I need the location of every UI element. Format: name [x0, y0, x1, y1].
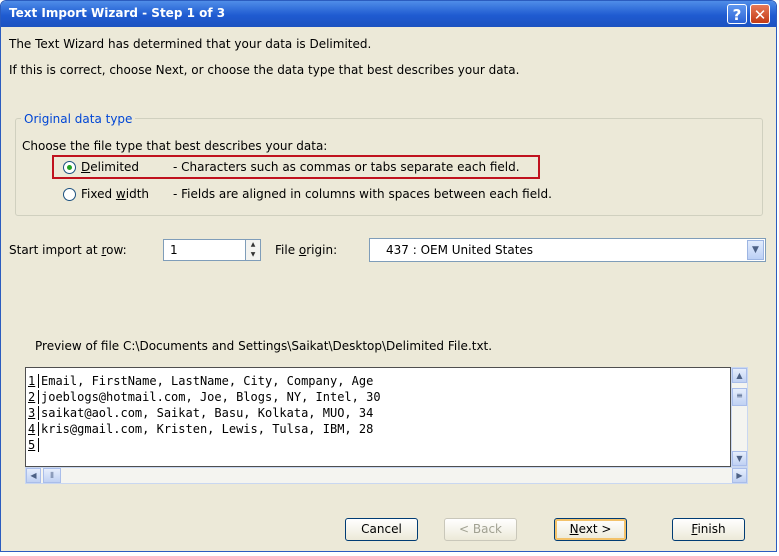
start-row-label: Start import at row: [9, 243, 127, 257]
row-number: 2 [26, 390, 39, 404]
preview-row: 3 saikat@aol.com, Saikat, Basu, Kolkata, … [26, 406, 373, 420]
row-text: saikat@aol.com, Saikat, Basu, Kolkata, M… [41, 406, 374, 420]
start-row-label-post: ow: [106, 243, 127, 257]
scroll-left-icon[interactable]: ◀ [26, 468, 41, 483]
preview-label: Preview of file C:\Documents and Setting… [35, 339, 493, 353]
fixed-width-label-rest: idth [125, 187, 150, 201]
row-text: joeblogs@hotmail.com, Joe, Blogs, NY, In… [41, 390, 381, 404]
preview-horizontal-scrollbar[interactable]: ◀ ⦀ ▶ [25, 467, 748, 484]
row-number: 5 [26, 438, 39, 452]
file-origin-label-pre: File [275, 243, 299, 257]
row-number: 3 [26, 406, 39, 420]
start-row-spinner[interactable]: ▲ ▼ [245, 239, 261, 261]
spin-up-icon[interactable]: ▲ [246, 240, 260, 250]
fixed-width-radio[interactable] [63, 188, 76, 201]
scroll-up-icon[interactable]: ▲ [732, 368, 747, 383]
row-number: 4 [26, 422, 39, 436]
cancel-button[interactable]: Cancel [345, 518, 418, 541]
finish-button[interactable]: Finish [672, 518, 745, 541]
preview-row: 2 joeblogs@hotmail.com, Joe, Blogs, NY, I… [26, 390, 381, 404]
preview-vertical-scrollbar[interactable]: ▲ ≡ ▼ [731, 367, 748, 467]
help-button[interactable]: ? [727, 4, 747, 24]
file-origin-select[interactable]: 437 : OEM United States ▼ [369, 238, 766, 262]
file-type-prompt: Choose the file type that best describes… [22, 139, 328, 153]
row-text: kris@gmail.com, Kristen, Lewis, Tulsa, I… [41, 422, 374, 436]
text-import-wizard-dialog: Text Import Wizard - Step 1 of 3 ? ✕ The… [0, 0, 777, 552]
next-button[interactable]: Next > [554, 518, 627, 541]
preview-row: 4 kris@gmail.com, Kristen, Lewis, Tulsa, … [26, 422, 373, 436]
spin-down-icon[interactable]: ▼ [246, 250, 260, 260]
next-mnemonic: N [569, 522, 579, 536]
fixed-width-label-pre: Fixed [81, 187, 116, 201]
next-label-rest: ext > [578, 522, 612, 536]
file-preview[interactable]: 1 Email, FirstName, LastName, City, Compa… [25, 367, 731, 467]
window-title: Text Import Wizard - Step 1 of 3 [9, 6, 226, 20]
intro-line-1: The Text Wizard has determined that your… [9, 37, 372, 51]
delimited-label-rest: elimited [90, 160, 140, 174]
delimited-description: - Characters such as commas or tabs sepa… [173, 160, 520, 174]
row-number: 1 [26, 374, 39, 388]
fixed-width-label[interactable]: Fixed width [81, 187, 149, 201]
back-button[interactable]: < Back [444, 518, 517, 541]
delimited-mnemonic: D [81, 160, 91, 174]
intro-line-2: If this is correct, choose Next, or choo… [9, 63, 520, 77]
file-origin-value: 437 : OEM United States [386, 243, 534, 257]
scroll-thumb[interactable]: ≡ [732, 388, 747, 406]
file-origin-label: File origin: [275, 243, 337, 257]
start-row-value: 1 [170, 243, 178, 257]
scroll-thumb-horizontal[interactable]: ⦀ [43, 468, 61, 483]
delimited-radio[interactable] [63, 161, 76, 174]
title-bar[interactable]: Text Import Wizard - Step 1 of 3 ? ✕ [1, 1, 776, 27]
finish-label-rest: inish [697, 522, 726, 536]
delimited-label[interactable]: Delimited [81, 160, 139, 174]
file-origin-label-post: rigin: [306, 243, 338, 257]
scroll-down-icon[interactable]: ▼ [732, 451, 747, 466]
start-row-label-pre: Start import at [9, 243, 102, 257]
close-button[interactable]: ✕ [750, 4, 770, 24]
fixed-width-mnemonic: w [115, 187, 126, 201]
scroll-right-icon[interactable]: ▶ [732, 468, 747, 483]
chevron-down-icon[interactable]: ▼ [747, 240, 764, 260]
fixed-width-description: - Fields are aligned in columns with spa… [173, 187, 552, 201]
preview-row: 5 [26, 438, 41, 452]
row-text: Email, FirstName, LastName, City, Compan… [41, 374, 374, 388]
preview-row: 1 Email, FirstName, LastName, City, Compa… [26, 374, 373, 388]
original-data-type-legend: Original data type [21, 112, 136, 126]
